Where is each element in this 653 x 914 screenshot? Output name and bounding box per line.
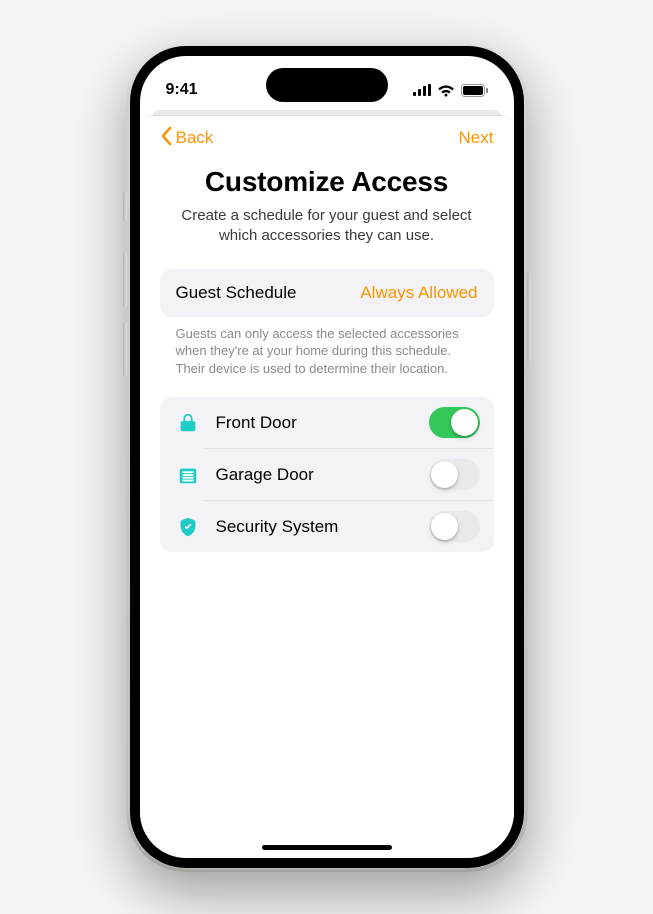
accessory-toggle-garage-door[interactable] <box>429 459 480 490</box>
cellular-icon <box>413 84 431 96</box>
dynamic-island <box>266 68 388 102</box>
lock-icon <box>172 412 204 434</box>
accessory-label: Front Door <box>216 413 417 433</box>
accessory-toggle-front-door[interactable] <box>429 407 480 438</box>
chevron-left-icon <box>160 126 172 151</box>
nav-bar: Back Next <box>160 116 494 160</box>
next-button[interactable]: Next <box>459 128 494 148</box>
guest-schedule-label: Guest Schedule <box>176 283 297 303</box>
page-subtitle: Create a schedule for your guest and sel… <box>160 206 494 247</box>
accessory-list: Front Door Garage Door <box>160 397 494 552</box>
shield-icon <box>160 516 204 538</box>
guest-schedule-card: Guest Schedule Always Allowed <box>160 269 494 317</box>
page-title: Customize Access <box>160 166 494 198</box>
accessory-row-security-system: Security System <box>204 500 494 552</box>
side-button-action <box>123 192 127 222</box>
side-button-power <box>527 272 531 362</box>
accessory-label: Security System <box>216 517 417 537</box>
side-button-vol-up <box>123 252 127 307</box>
wifi-icon <box>437 84 455 97</box>
battery-icon <box>461 84 488 97</box>
side-button-vol-down <box>123 322 127 377</box>
home-indicator[interactable] <box>262 845 392 850</box>
phone-frame: 9:41 <box>126 42 528 872</box>
garage-icon <box>160 464 204 486</box>
sheet: Back Next Customize Access Create a sche… <box>140 116 514 848</box>
accessory-toggle-security-system[interactable] <box>429 511 480 542</box>
back-label: Back <box>176 128 214 148</box>
guest-schedule-value: Always Allowed <box>360 283 477 303</box>
accessory-row-garage-door: Garage Door <box>204 448 494 500</box>
accessory-row-front-door: Front Door <box>160 397 494 448</box>
guest-schedule-row[interactable]: Guest Schedule Always Allowed <box>160 269 494 317</box>
screen: 9:41 <box>140 56 514 858</box>
guest-schedule-footnote: Guests can only access the selected acce… <box>160 317 494 394</box>
back-button[interactable]: Back <box>160 126 214 151</box>
status-time: 9:41 <box>166 81 198 99</box>
accessory-label: Garage Door <box>216 465 417 485</box>
